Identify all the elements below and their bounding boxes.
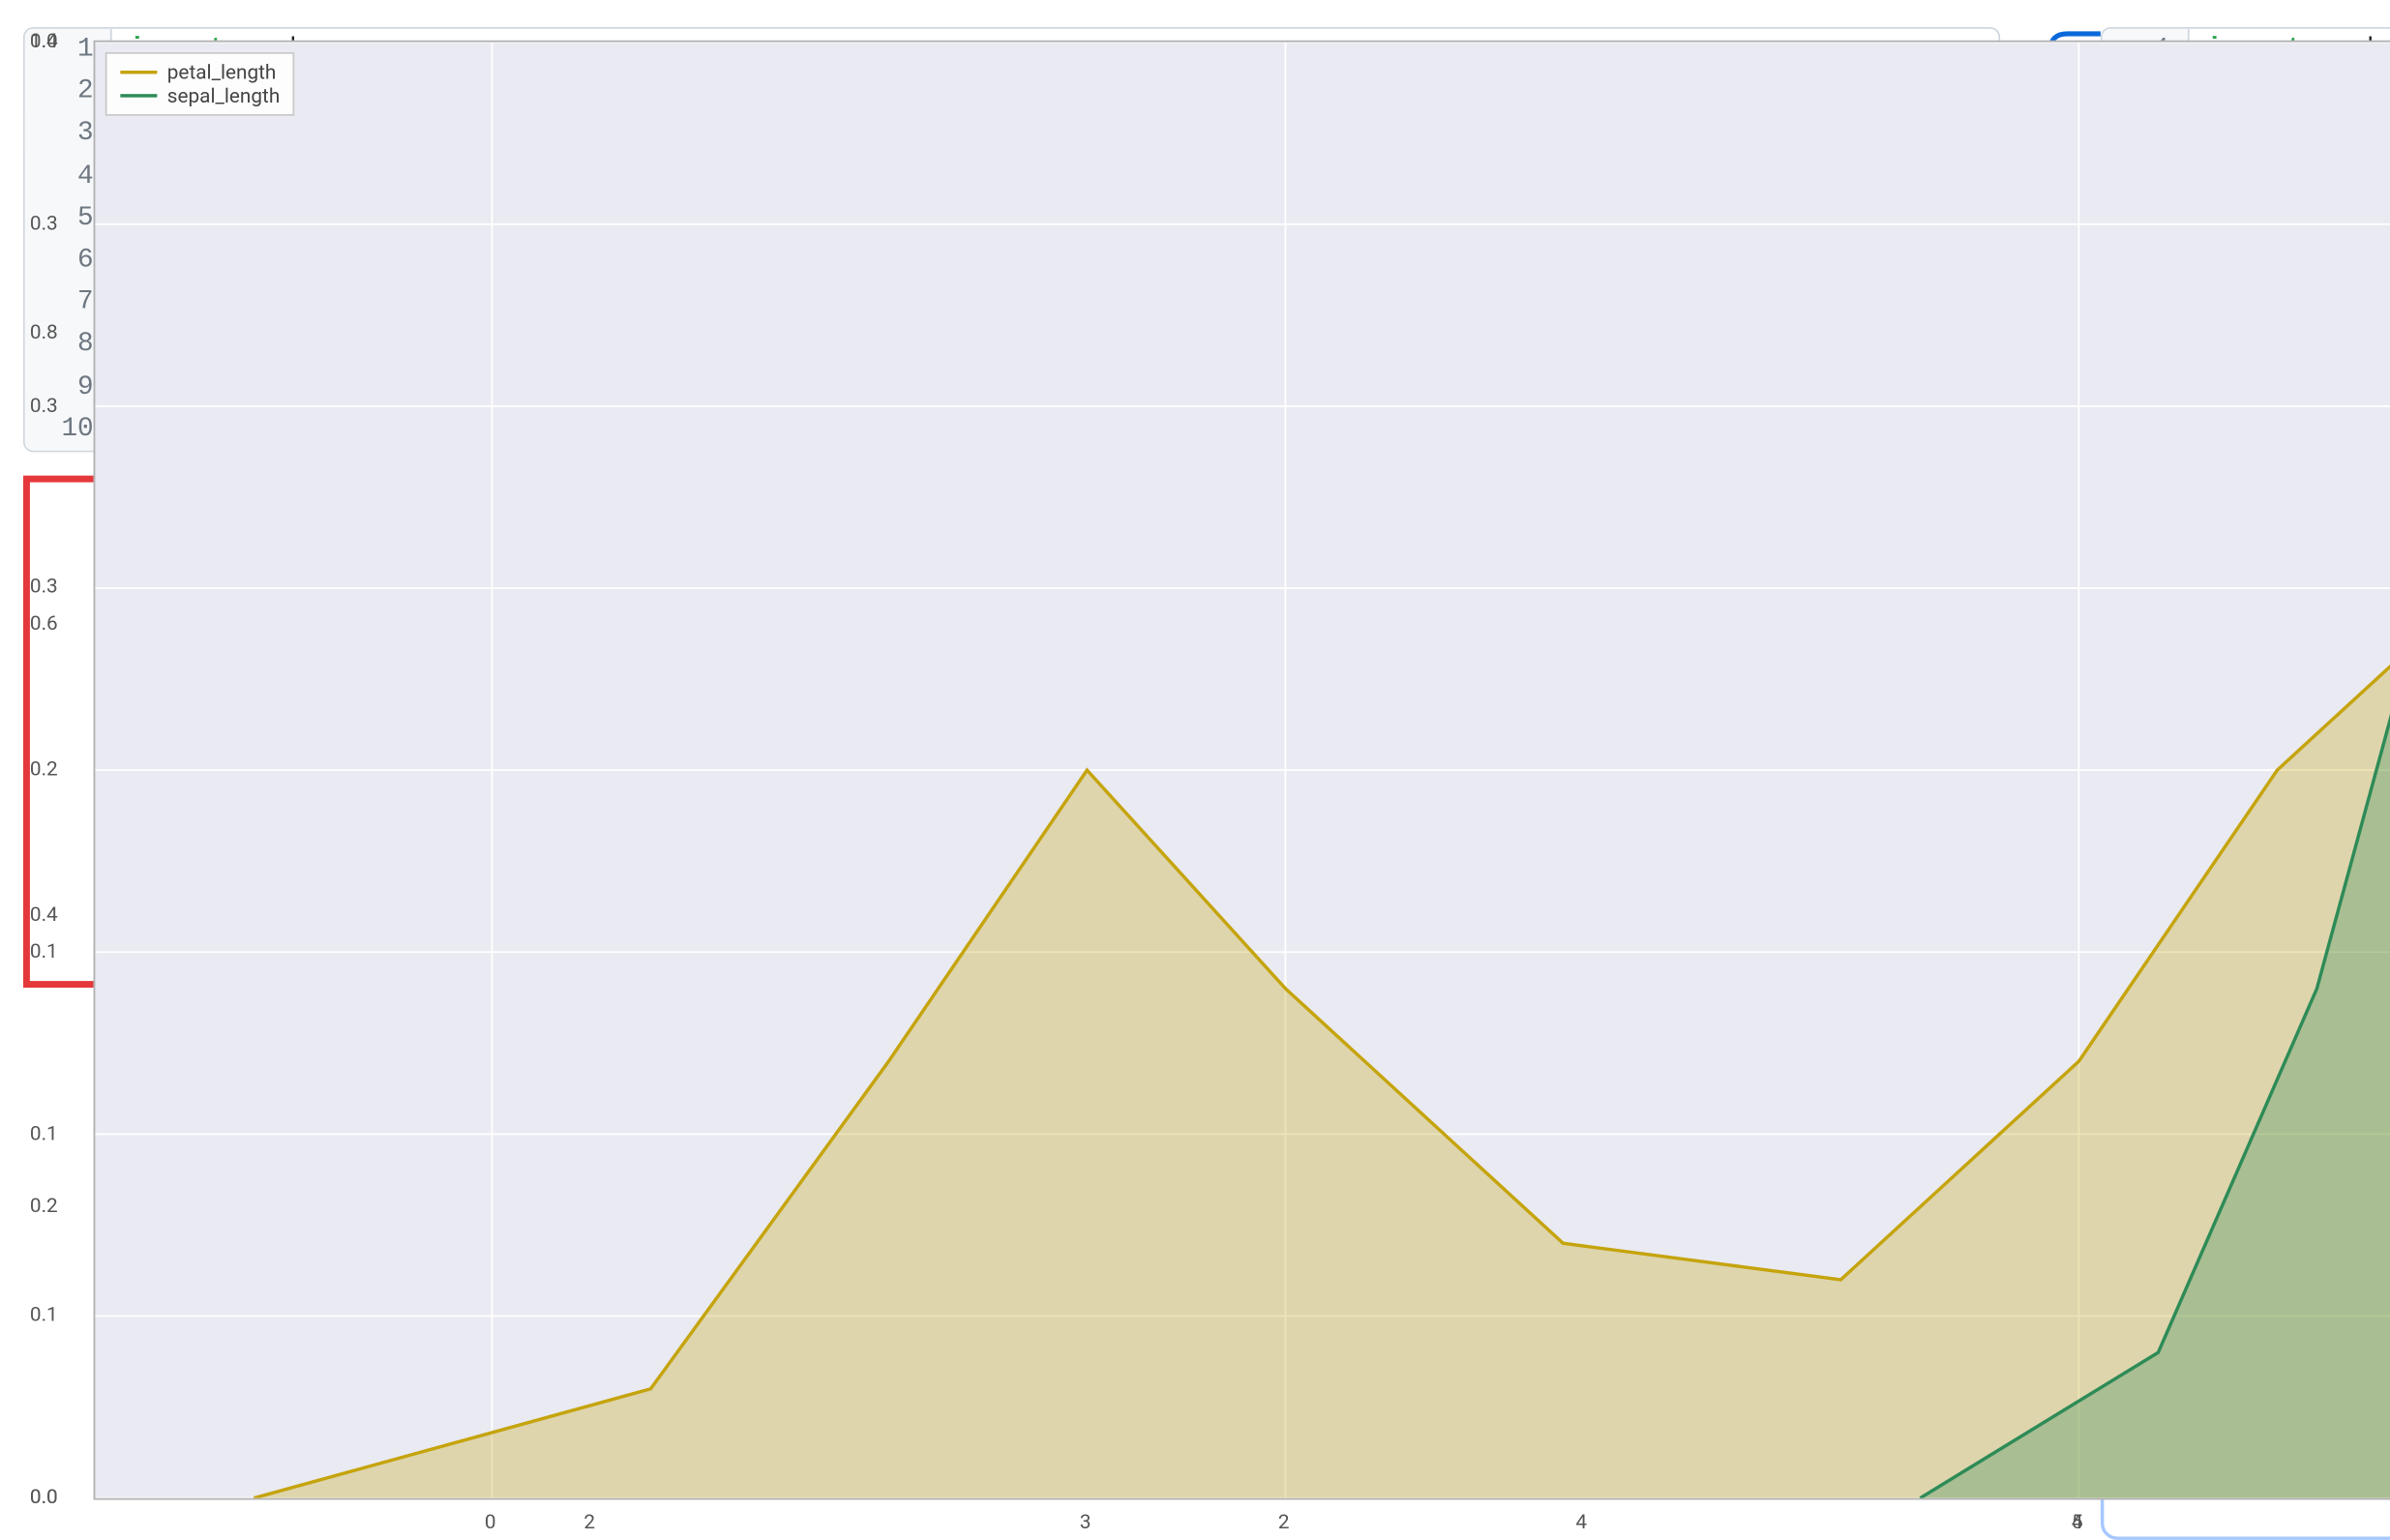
x-tick-label: 4 bbox=[2072, 1510, 2083, 1533]
x-tick-label: 0 bbox=[485, 1510, 496, 1533]
y-tick-label: 0.6 bbox=[30, 611, 58, 635]
y-tick-label: 0.3 bbox=[30, 575, 58, 598]
plot-legend: petal_lengthsepal_length bbox=[105, 52, 295, 116]
y-tick-label: 0.1 bbox=[30, 1121, 58, 1144]
x-tick-label: 3 bbox=[1080, 1510, 1091, 1533]
x-tick-label: 4 bbox=[1575, 1510, 1587, 1533]
diff-view: 1import seaborn as sns2import matplotlib… bbox=[23, 27, 2390, 1540]
plot-right: petal_lengthsepal_length0.00.10.10.10.20… bbox=[2101, 518, 2390, 1029]
y-tick-label: 0.0 bbox=[30, 1485, 58, 1508]
legend-label: sepal_length bbox=[167, 84, 281, 107]
y-tick-label: 0.1 bbox=[30, 1303, 58, 1326]
y-tick-label: 0.2 bbox=[30, 756, 58, 780]
y-tick-label: 0.8 bbox=[30, 320, 58, 343]
x-tick-label: 2 bbox=[583, 1510, 595, 1533]
diff-right-column: 1import seaborn as sns2import matplotlib… bbox=[2101, 27, 2390, 1540]
y-tick-label: 0.1 bbox=[30, 938, 58, 962]
y-tick-label: 0.3 bbox=[30, 211, 58, 234]
y-tick-label: 0.2 bbox=[30, 1194, 58, 1217]
y-tick-label: 0.4 bbox=[30, 29, 58, 52]
y-tick-label: 0.3 bbox=[30, 393, 58, 416]
legend-label: petal_length bbox=[167, 61, 277, 84]
x-tick-label: 2 bbox=[1278, 1510, 1290, 1533]
y-tick-label: 0.4 bbox=[30, 903, 58, 926]
